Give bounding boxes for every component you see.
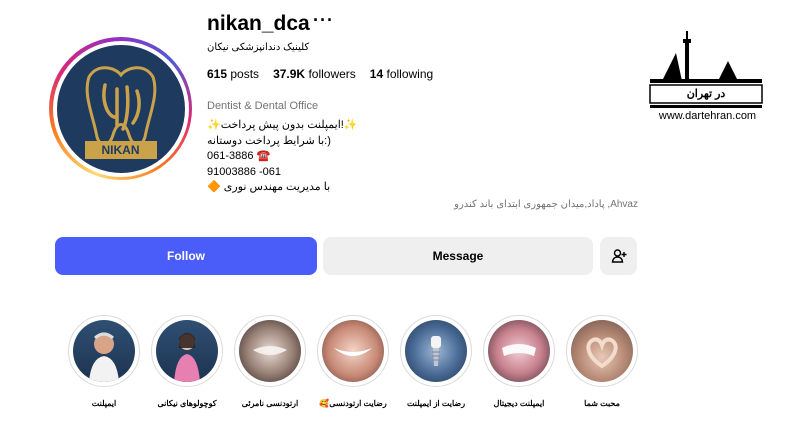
highlight-label: ارتودنسی نامرئی [241,399,299,408]
profile-username: nikan_dca [207,12,310,35]
clear-aligner-icon [253,346,287,355]
profile-full-name: کلینیک دندانپزشکی نیکان [207,42,310,53]
bio-line: 🔶 با مدیریت مهندس نوری [207,181,331,193]
following-label: following [386,67,434,81]
followers-count[interactable]: 37.9K followers [273,67,356,81]
highlight-thumbnail [405,320,467,382]
highlight-label: کوچولوهای نیکانی [157,399,217,408]
highlight-thumbnail [156,320,218,382]
smile-icon [334,348,372,356]
highlight-ring [483,315,555,387]
followers-number: 37.9K [273,67,306,81]
highlight-item[interactable]: رضایت از ایمپلنت [400,315,472,408]
posts-count[interactable]: 615 posts [207,67,259,81]
profile-category: Dentist & Dental Office [207,100,319,112]
profile-stats: 615 posts 37.9K followers 14 following [207,67,433,81]
highlight-ring [68,315,140,387]
profile-bio: ✨ایمپلنت بدون پیش پرداخت!✨ با شرایط پردا… [207,118,358,196]
avatar-inner: NIKAN [52,40,189,177]
more-options-icon[interactable]: ··· [313,10,334,31]
bio-line: 061-3886 ☎️ [207,150,271,162]
bio-line: ✨ایمپلنت بدون پیش پرداخت!✨ [207,119,358,131]
followers-label: followers [308,67,356,81]
highlight-label: محبت شما [584,399,620,408]
highlight-item[interactable]: ایمپلنت دیجیتال [483,315,555,408]
following-count[interactable]: 14 following [370,67,433,81]
highlight-thumbnail [571,320,633,382]
story-highlights: محبت شما ایمپلنت دیجیتال رضایت از ایمپلن… [0,315,800,435]
highlight-thumbnail [73,320,135,382]
profile-avatar[interactable]: NIKAN [49,37,192,180]
highlight-ring [566,315,638,387]
following-number: 14 [369,67,384,81]
highlight-label: رضایت از ایمپلنت [406,399,466,408]
highlight-ring [317,315,389,387]
add-user-icon [611,249,626,263]
highlight-item[interactable]: ایمپلنت [68,315,140,408]
posts-number: 615 [207,67,228,81]
bio-line: 91003886 -061 [207,165,282,178]
implant-icon [431,336,441,366]
highlight-item[interactable]: رضایت ارتودنسی🥰 [317,315,389,408]
bio-line: با شرایط پرداخت دوستانه:) [207,134,331,147]
highlight-item[interactable]: ارتودنسی نامرئی [234,315,306,408]
nikan-logo: NIKAN [56,44,185,173]
avatar-text: NIKAN [101,142,140,157]
profile-address[interactable]: پاداد,میدان جمهوری ابتدای باند کندرو ,Ah… [454,199,638,210]
posts-label: posts [230,67,260,81]
highlight-label: رضایت ارتودنسی🥰 [319,399,387,408]
patient-icon [89,332,119,382]
highlight-label: ایمپلنت دیجیتال [493,399,545,408]
brand-title: در تهران [686,88,726,100]
teeth-icon [502,344,536,356]
highlight-label: ایمپلنت [91,399,117,408]
highlight-ring [400,315,472,387]
highlight-ring [151,315,223,387]
highlight-thumbnail [488,320,550,382]
highlight-thumbnail [239,320,301,382]
suggest-users-button[interactable] [600,237,637,275]
highlight-item[interactable]: کوچولوهای نیکانی [151,315,223,408]
heart-hands-icon [586,337,618,369]
highlight-thumbnail [322,320,384,382]
follow-button[interactable]: Follow [55,237,317,275]
message-button[interactable]: Message [323,237,593,275]
highlight-item[interactable]: محبت شما [566,315,638,408]
highlight-ring [234,315,306,387]
brand-url: www.dartehran.com [658,110,757,122]
child-icon [174,333,200,382]
